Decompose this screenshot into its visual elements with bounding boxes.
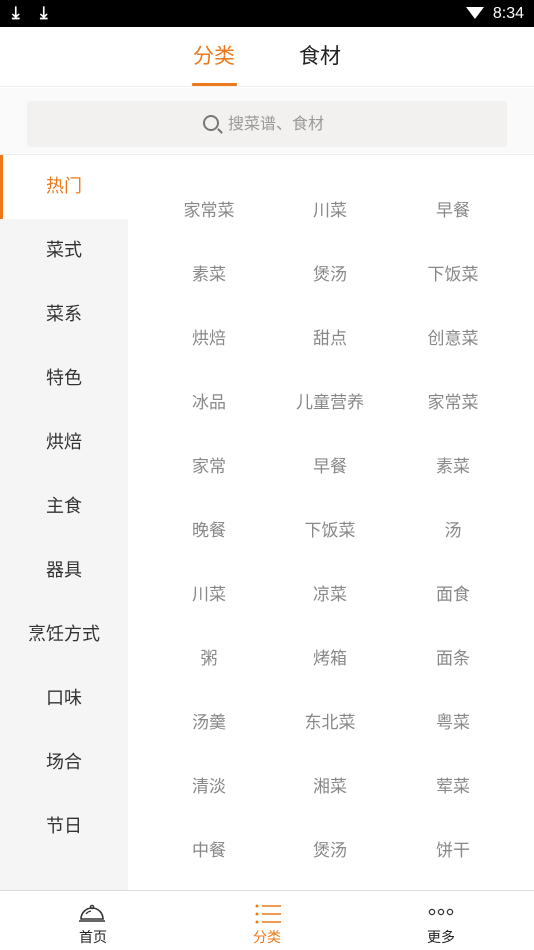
- grid-item[interactable]: 家常: [148, 456, 270, 478]
- grid-item[interactable]: 素菜: [392, 456, 514, 478]
- grid-item[interactable]: 中餐: [148, 840, 270, 862]
- grid-item[interactable]: 烤箱: [269, 648, 391, 670]
- grid-item[interactable]: 饼干: [392, 840, 514, 862]
- sidebar-item-baking[interactable]: 烘焙: [0, 411, 128, 475]
- grid-item[interactable]: 凉菜: [269, 584, 391, 606]
- status-bar: ⤓ ⤓ 8:34: [0, 0, 534, 27]
- grid-item[interactable]: 汤羹: [148, 712, 270, 734]
- tab-ingredients[interactable]: 食材: [299, 42, 341, 70]
- grid-item[interactable]: 家常菜: [392, 392, 514, 414]
- sidebar-item-specialty[interactable]: 特色: [0, 347, 128, 411]
- nav-more[interactable]: 更多: [381, 891, 501, 950]
- grid-item[interactable]: 面条: [392, 648, 514, 670]
- grid-item[interactable]: 面食: [392, 584, 514, 606]
- search-placeholder: 搜菜谱、食材: [228, 114, 325, 133]
- nav-home-label: 首页: [79, 930, 107, 946]
- category-sidebar: 热门 菜式 菜系 特色 烘焙 主食 器具 烹饪方式 口味 场合 节日: [0, 155, 128, 890]
- more-dots-icon: [428, 908, 454, 916]
- nav-more-label: 更多: [427, 930, 455, 946]
- grid-item[interactable]: 下饭菜: [392, 264, 514, 286]
- grid-item[interactable]: 荤菜: [392, 776, 514, 798]
- grid-item[interactable]: 家常菜: [148, 200, 270, 222]
- grid-item[interactable]: 晚餐: [148, 520, 270, 542]
- sidebar-item-hot[interactable]: 热门: [0, 155, 128, 219]
- tab-active-indicator: [192, 83, 237, 86]
- nav-category-label: 分类: [253, 930, 281, 946]
- tab-category[interactable]: 分类: [193, 42, 235, 70]
- grid-item[interactable]: 煲汤: [269, 264, 391, 286]
- grid-item[interactable]: 早餐: [392, 200, 514, 222]
- sidebar-item-cuisine[interactable]: 菜系: [0, 283, 128, 347]
- grid-item[interactable]: 汤: [392, 520, 514, 542]
- sidebar-item-occasion[interactable]: 场合: [0, 731, 128, 795]
- grid-item[interactable]: 湘菜: [269, 776, 391, 798]
- search-icon: [203, 115, 219, 131]
- nav-category[interactable]: 分类: [207, 891, 327, 950]
- grid-item[interactable]: 烘焙: [148, 328, 270, 350]
- sidebar-item-festival[interactable]: 节日: [0, 795, 128, 859]
- grid-item[interactable]: 粤菜: [392, 712, 514, 734]
- wifi-icon: [466, 7, 484, 19]
- sidebar-item-dish-style[interactable]: 菜式: [0, 219, 128, 283]
- download-icon: ⤓: [40, 3, 48, 23]
- nav-home[interactable]: 首页: [33, 891, 153, 950]
- grid-item[interactable]: 素菜: [148, 264, 270, 286]
- status-time: 8:34: [492, 5, 524, 22]
- grid-item[interactable]: 川菜: [269, 200, 391, 222]
- search-area: 搜菜谱、食材: [0, 88, 534, 155]
- grid-item[interactable]: 煲汤: [269, 840, 391, 862]
- sidebar-item-staple[interactable]: 主食: [0, 475, 128, 539]
- grid-item[interactable]: 下饭菜: [269, 520, 391, 542]
- grid-item[interactable]: 川菜: [148, 584, 270, 606]
- category-grid: 家常菜 川菜 早餐 素菜 煲汤 下饭菜 烘焙 甜点 创意菜 冰品 儿童营养 家常…: [128, 155, 534, 890]
- grid-item[interactable]: 甜点: [269, 328, 391, 350]
- list-icon: [255, 904, 281, 924]
- top-tab-bar: 分类 食材: [0, 27, 534, 87]
- download-icon: ⤓: [12, 3, 20, 23]
- grid-item[interactable]: 清淡: [148, 776, 270, 798]
- grid-item[interactable]: 创意菜: [392, 328, 514, 350]
- grid-item[interactable]: 冰品: [148, 392, 270, 414]
- sidebar-item-flavor[interactable]: 口味: [0, 667, 128, 731]
- grid-item[interactable]: 儿童营养: [269, 392, 391, 414]
- bottom-navigation: 首页 分类 更多: [0, 890, 534, 949]
- grid-item[interactable]: 东北菜: [269, 712, 391, 734]
- home-cloche-icon: [79, 904, 105, 922]
- sidebar-item-utensils[interactable]: 器具: [0, 539, 128, 603]
- grid-item[interactable]: 粥: [148, 648, 270, 670]
- sidebar-item-cooking-method[interactable]: 烹饪方式: [0, 603, 128, 667]
- grid-item[interactable]: 早餐: [269, 456, 391, 478]
- search-input[interactable]: 搜菜谱、食材: [27, 101, 507, 147]
